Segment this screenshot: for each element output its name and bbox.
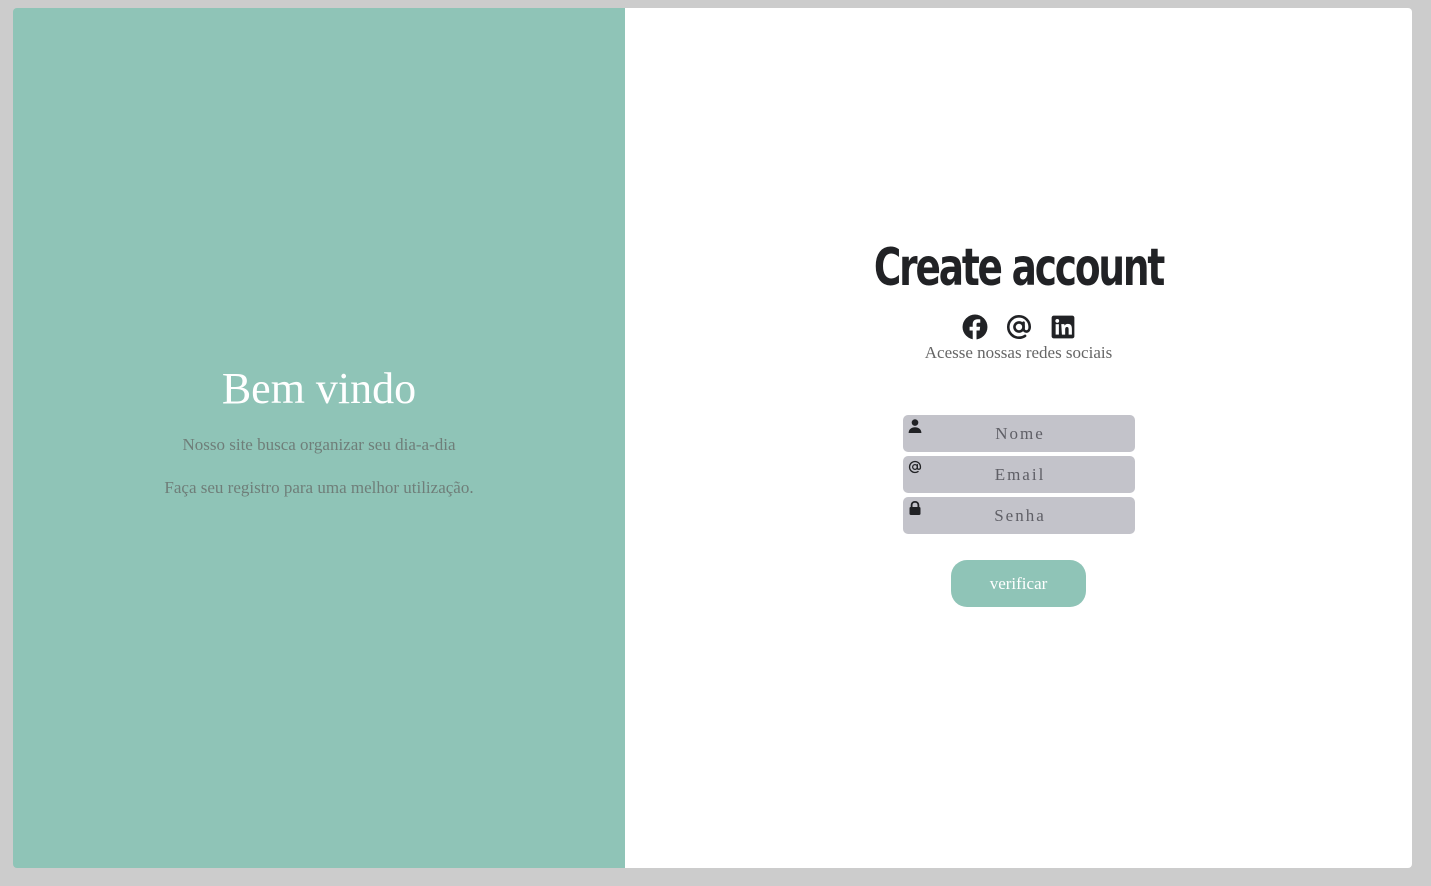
register-form-panel: Create account Acesse nossas redes socia… [625,8,1412,868]
lock-icon [909,501,921,515]
verify-button[interactable]: verificar [951,560,1086,607]
password-input[interactable] [903,497,1135,534]
facebook-icon[interactable] [962,314,988,340]
welcome-description: Nosso site busca organizar seu dia-a-dia [182,435,456,454]
user-icon [908,419,922,433]
page-container: Bem vindo Nosso site busca organizar seu… [13,8,1412,868]
name-input[interactable] [903,415,1135,452]
welcome-call-to-action: Faça seu registro para uma melhor utiliz… [164,478,474,497]
at-sign-icon [908,460,922,474]
form-title: Create account [873,238,1165,298]
linkedin-icon[interactable] [1050,314,1076,340]
welcome-title: Bem vindo [221,364,417,413]
social-links [625,314,1412,340]
name-field [903,415,1135,452]
password-field [903,497,1135,534]
welcome-panel: Bem vindo Nosso site busca organizar seu… [13,8,625,868]
email-input[interactable] [903,456,1135,493]
email-field [903,456,1135,493]
at-sign-icon[interactable] [1006,314,1032,340]
social-caption: Acesse nossas redes sociais [924,343,1113,362]
